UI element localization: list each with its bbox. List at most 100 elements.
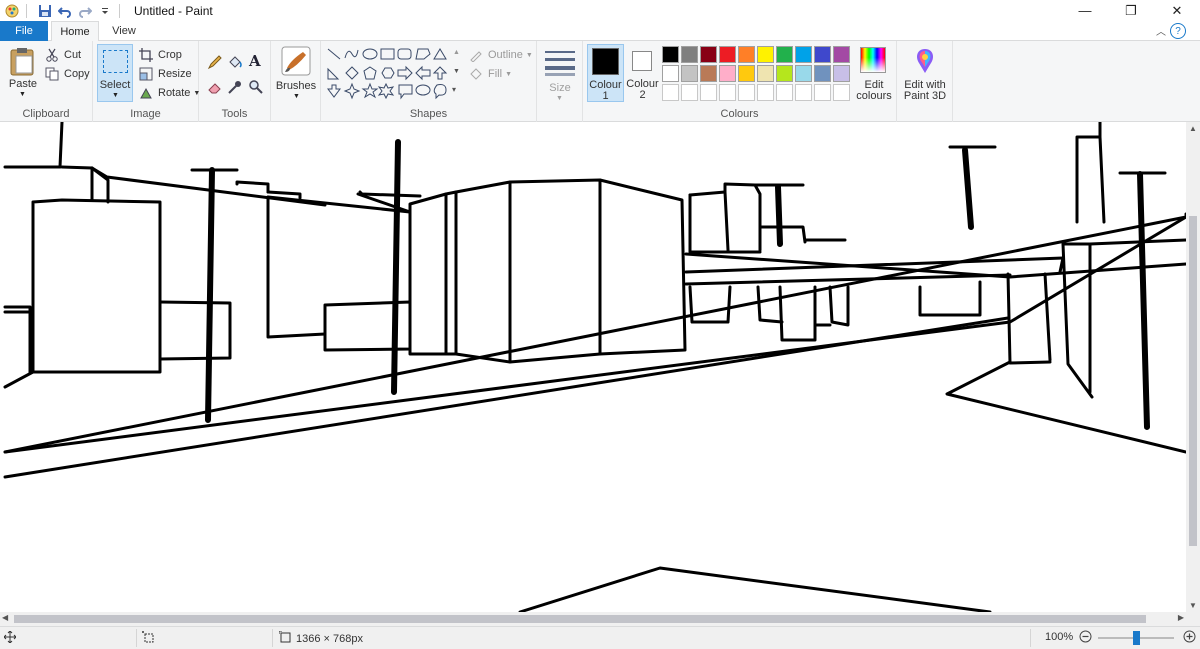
copy-button[interactable]: Copy: [44, 65, 90, 83]
outline-button[interactable]: Outline ▼: [468, 46, 533, 64]
canvas-size-text: 1366 × 768px: [296, 632, 363, 645]
palette-swatch[interactable]: [738, 46, 755, 63]
shapes-scroll-down-icon[interactable]: ▼: [453, 68, 460, 75]
palette-swatch[interactable]: [662, 65, 679, 82]
palette-swatch[interactable]: [738, 65, 755, 82]
crop-button[interactable]: Crop: [138, 46, 182, 64]
palette-swatch[interactable]: [776, 65, 793, 82]
palette-swatch[interactable]: [681, 65, 698, 82]
close-button[interactable]: ✕: [1154, 0, 1200, 21]
select-dropdown-icon: ▼: [112, 92, 119, 99]
select-rectangle-icon: [103, 50, 128, 73]
zoom-out-icon[interactable]: [1079, 630, 1092, 643]
tab-view[interactable]: View: [103, 21, 145, 41]
ribbon-tabs: File Home View ︿ ?: [0, 21, 1200, 42]
text-tool-icon[interactable]: A: [249, 52, 261, 70]
paste-label: Paste: [8, 78, 38, 90]
pencil-icon[interactable]: [207, 54, 223, 73]
palette-swatch[interactable]: [757, 46, 774, 63]
paste-button[interactable]: Paste ▼: [6, 45, 40, 101]
palette-swatch[interactable]: [814, 46, 831, 63]
tab-home[interactable]: Home: [51, 21, 99, 42]
scroll-up-icon[interactable]: ▲: [1189, 124, 1197, 133]
palette-swatch[interactable]: [719, 65, 736, 82]
rotate-button[interactable]: Rotate ▼: [138, 84, 200, 102]
vertical-scroll-thumb[interactable]: [1189, 216, 1197, 546]
custom-colour-slot[interactable]: [700, 84, 717, 101]
custom-colour-slot[interactable]: [738, 84, 755, 101]
separator: [1030, 629, 1031, 647]
crop-label: Crop: [158, 49, 182, 61]
palette-swatch[interactable]: [795, 65, 812, 82]
customize-quick-access-icon[interactable]: [97, 3, 113, 19]
palette-swatch[interactable]: [700, 65, 717, 82]
brushes-button[interactable]: Brushes ▼: [276, 44, 316, 104]
palette-swatch[interactable]: [833, 65, 850, 82]
custom-colour-slot[interactable]: [814, 84, 831, 101]
palette-swatch[interactable]: [719, 46, 736, 63]
horizontal-scrollbar[interactable]: ◀ ▶: [0, 612, 1186, 626]
vertical-scrollbar[interactable]: ▲ ▼: [1186, 122, 1200, 612]
palette-swatch[interactable]: [814, 65, 831, 82]
save-icon[interactable]: [37, 3, 53, 19]
colour1-button[interactable]: Colour 1: [587, 44, 624, 102]
palette-swatch[interactable]: [681, 46, 698, 63]
copy-icon: [44, 66, 60, 82]
rotate-icon: [138, 85, 154, 101]
minimize-button[interactable]: —: [1062, 0, 1108, 21]
palette-swatch[interactable]: [700, 46, 717, 63]
colour2-button[interactable]: Colour 2: [626, 44, 663, 102]
shapes-group: ▲ ▼ ▾ Outline ▼ Fill ▼ Shapes: [321, 41, 537, 122]
shapes-gallery[interactable]: [326, 47, 454, 101]
custom-colour-slot[interactable]: [662, 84, 679, 101]
redo-icon[interactable]: [77, 3, 93, 19]
fill-label: Fill: [488, 68, 503, 80]
zoom-slider-thumb[interactable]: [1133, 631, 1140, 645]
scroll-right-icon[interactable]: ▶: [1178, 613, 1184, 622]
colour-palette: [662, 46, 854, 106]
custom-colour-slot[interactable]: [795, 84, 812, 101]
color-picker-icon[interactable]: [227, 79, 243, 98]
horizontal-scroll-thumb[interactable]: [14, 615, 1146, 623]
select-button[interactable]: Select ▼: [97, 44, 133, 102]
fill-bucket-icon[interactable]: [227, 54, 243, 73]
cursor-position-icon: [4, 631, 16, 643]
shapes-scroll-up-icon[interactable]: ▲: [453, 49, 460, 56]
resize-button[interactable]: Resize: [138, 65, 192, 83]
drawing-canvas[interactable]: [0, 122, 1186, 612]
colour2-swatch: [632, 51, 652, 71]
edit-with-paint3d-button[interactable]: Edit with Paint 3D: [899, 44, 951, 104]
cut-button[interactable]: Cut: [44, 46, 81, 64]
help-icon[interactable]: ?: [1170, 23, 1186, 39]
shapes-more-icon[interactable]: ▾: [452, 85, 456, 94]
custom-colour-slot[interactable]: [757, 84, 774, 101]
size-button[interactable]: Size ▼: [541, 45, 579, 105]
size-dropdown-icon: ▼: [556, 95, 563, 102]
zoom-in-icon[interactable]: [1183, 630, 1196, 643]
zoom-slider[interactable]: [1098, 631, 1174, 645]
palette-swatch[interactable]: [776, 46, 793, 63]
custom-colour-slot[interactable]: [776, 84, 793, 101]
custom-colour-slot[interactable]: [681, 84, 698, 101]
palette-swatch[interactable]: [795, 46, 812, 63]
separator: [136, 629, 137, 647]
maximize-button[interactable]: ❐: [1108, 0, 1154, 21]
tab-file[interactable]: File: [0, 21, 48, 41]
undo-icon[interactable]: [57, 3, 73, 19]
scroll-down-icon[interactable]: ▼: [1189, 601, 1197, 610]
edit-colours-button[interactable]: Edit colours: [854, 44, 894, 104]
palette-swatch[interactable]: [662, 46, 679, 63]
collapse-ribbon-icon[interactable]: ︿: [1156, 23, 1166, 38]
tools-group-label: Tools: [221, 108, 248, 120]
palette-swatch[interactable]: [833, 46, 850, 63]
scroll-left-icon[interactable]: ◀: [2, 613, 8, 622]
magnifier-icon[interactable]: [248, 79, 264, 98]
custom-colour-slot[interactable]: [833, 84, 850, 101]
paint-app-icon[interactable]: [4, 3, 20, 19]
fill-button[interactable]: Fill ▼: [468, 65, 512, 83]
custom-colour-slot[interactable]: [719, 84, 736, 101]
size-lines-icon: [545, 49, 575, 80]
clipboard-group-label: Clipboard: [22, 108, 70, 120]
palette-swatch[interactable]: [757, 65, 774, 82]
eraser-icon[interactable]: [207, 79, 223, 98]
